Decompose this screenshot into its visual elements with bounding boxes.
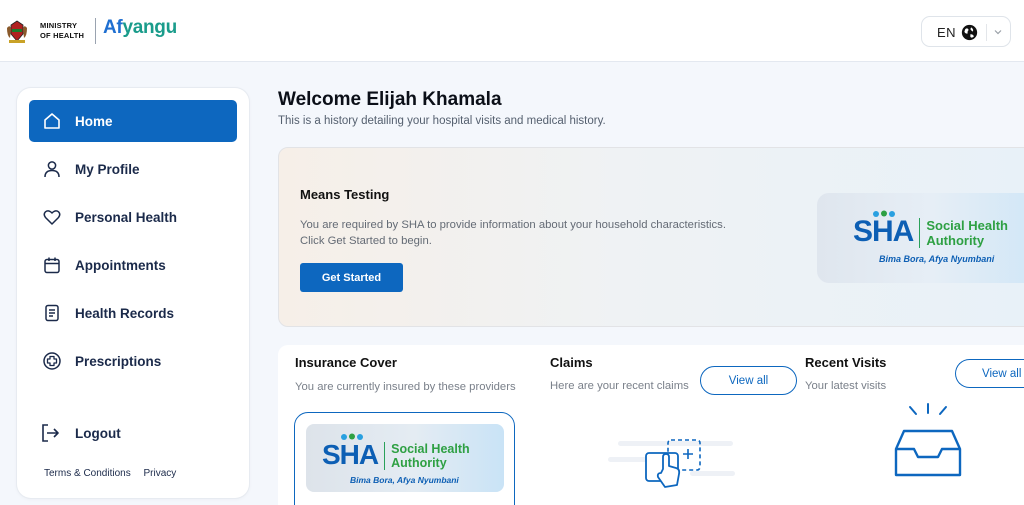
sidebar-item-home[interactable]: Home — [29, 100, 237, 142]
insurance-cover-subtitle: You are currently insured by these provi… — [295, 381, 516, 393]
recent-visits-view-all-button[interactable]: View all — [955, 359, 1024, 388]
chevron-down-icon — [994, 30, 1002, 35]
sha-logo-card: SHA Social Health Authority Bima Bora, A… — [817, 193, 1024, 283]
sha-logo-tagline: Bima Bora, Afya Nyumbani — [350, 475, 459, 485]
sha-logo-mark: SHA — [853, 215, 914, 248]
sidebar-item-health-records[interactable]: Health Records — [29, 292, 237, 334]
sha-logo: SHA Social Health Authority — [853, 216, 1008, 248]
sha-logo-divider — [919, 218, 921, 248]
sha-logo-name: Social Health Authority — [926, 218, 1008, 248]
get-started-button[interactable]: Get Started — [300, 263, 403, 292]
sha-logo-name-line1: Social Health — [391, 442, 470, 456]
sha-logo: SHA Social Health Authority — [322, 440, 470, 470]
insurance-cover-title: Insurance Cover — [295, 355, 397, 370]
claims-view-all-button[interactable]: View all — [700, 366, 797, 395]
privacy-link[interactable]: Privacy — [143, 468, 176, 479]
claims-illustration-icon — [608, 439, 735, 488]
terms-link[interactable]: Terms & Conditions — [44, 468, 131, 479]
sidebar-item-label: Prescriptions — [75, 353, 162, 369]
sidebar-item-label: Personal Health — [75, 209, 178, 225]
language-select[interactable]: EN — [921, 16, 1011, 47]
afyangu-logo-part2: yangu — [122, 17, 177, 38]
header-divider — [95, 18, 96, 44]
logout-label: Logout — [75, 425, 121, 441]
sha-logo-card: SHA Social Health Authority Bima Bora, A… — [306, 424, 504, 492]
ministry-line-1: MINISTRY — [40, 21, 78, 30]
summary-panel: Insurance Cover You are currently insure… — [278, 345, 1024, 505]
document-icon — [41, 302, 63, 324]
sha-logo-mark: SHA — [322, 439, 379, 470]
heart-icon — [41, 206, 63, 228]
sidebar-item-label: My Profile — [75, 161, 140, 177]
footer-links: Terms & Conditions Privacy — [44, 468, 186, 479]
user-icon — [41, 158, 63, 180]
sha-logo-name-line1: Social Health — [926, 218, 1008, 233]
recent-visits-subtitle: Your latest visits — [805, 380, 887, 392]
sha-logo-tagline: Bima Bora, Afya Nyumbani — [879, 254, 995, 264]
sidebar-item-label: Home — [75, 113, 113, 129]
language-separator — [986, 24, 987, 41]
sidebar-item-label: Health Records — [75, 305, 175, 321]
sidebar: Home My Profile Personal Health Appointm… — [17, 88, 249, 498]
afyangu-logo-part1: Af — [103, 17, 123, 38]
means-testing-description: You are required by SHA to provide infor… — [300, 219, 726, 247]
sha-logo-name-line2: Authority — [926, 233, 985, 248]
sidebar-item-label: Appointments — [75, 257, 166, 273]
plus-circle-icon — [41, 350, 63, 372]
top-bar: MINISTRY OF HEALTH Afyangu EN — [0, 0, 1024, 62]
sidebar-item-personal-health[interactable]: Personal Health — [29, 196, 237, 238]
sha-logo-name: Social Health Authority — [391, 442, 470, 470]
claims-subtitle: Here are your recent claims — [550, 380, 689, 392]
logout-icon — [42, 424, 59, 442]
page-subtitle: This is a history detailing your hospita… — [278, 115, 606, 127]
sidebar-item-my-profile[interactable]: My Profile — [29, 148, 237, 190]
page-title: Welcome Elijah Khamala — [278, 89, 502, 110]
insurance-provider-card[interactable]: SHA Social Health Authority Bima Bora, A… — [294, 412, 515, 505]
sidebar-item-appointments[interactable]: Appointments — [29, 244, 237, 286]
recent-visits-title: Recent Visits — [805, 355, 887, 370]
language-code: EN — [937, 25, 957, 40]
calendar-icon — [41, 254, 63, 276]
claims-title: Claims — [550, 355, 593, 370]
means-testing-title: Means Testing — [300, 187, 390, 202]
sidebar-item-prescriptions[interactable]: Prescriptions — [29, 340, 237, 382]
ministry-line-2: OF HEALTH — [40, 31, 85, 40]
ministry-of-health-label: MINISTRY OF HEALTH — [40, 21, 84, 41]
sha-logo-name-line2: Authority — [391, 456, 447, 470]
coat-of-arms-icon — [7, 20, 27, 43]
globe-icon — [961, 24, 978, 41]
means-testing-card: Means Testing You are required by SHA to… — [278, 147, 1024, 327]
home-icon — [41, 110, 63, 132]
sha-logo-divider — [384, 442, 386, 470]
empty-inbox-icon — [894, 403, 962, 477]
afyangu-logo[interactable]: Afyangu — [103, 17, 177, 39]
logout-button[interactable]: Logout — [39, 422, 121, 444]
